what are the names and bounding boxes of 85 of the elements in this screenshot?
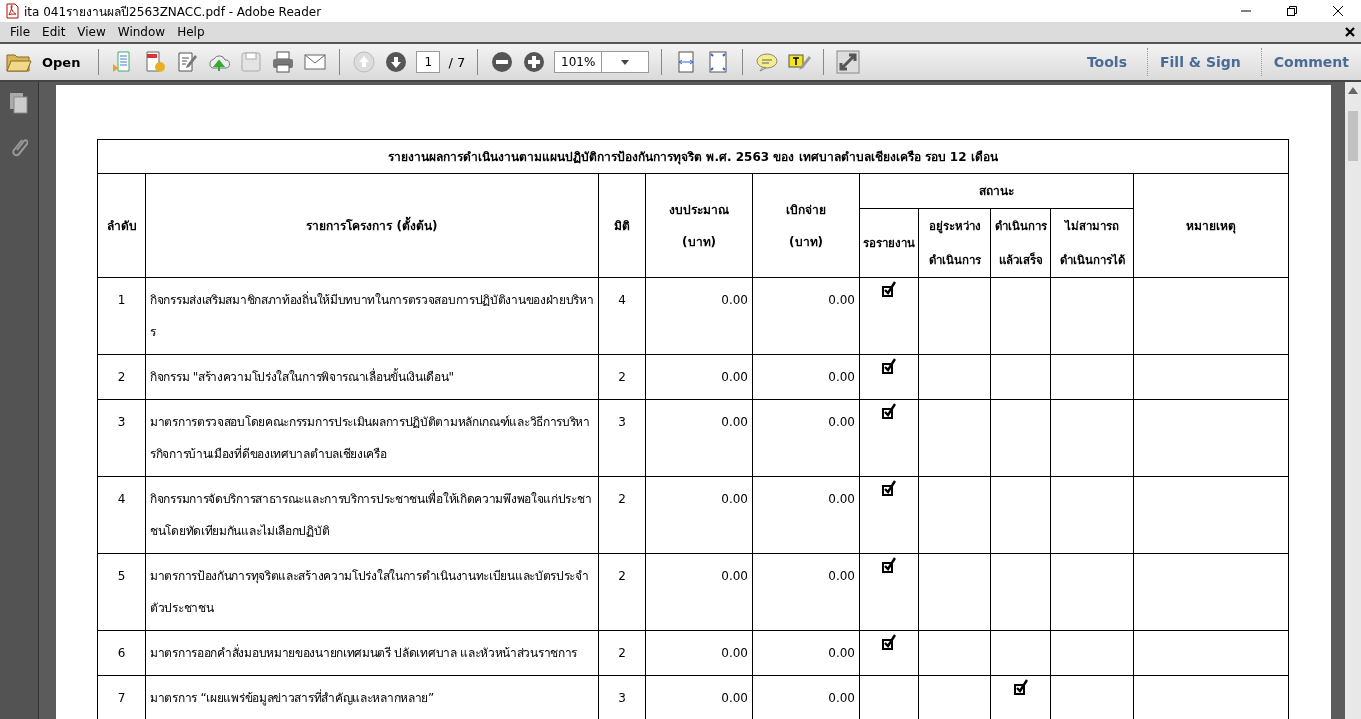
budget-amount: 0.00	[721, 691, 748, 705]
dimension-value: 3	[618, 415, 626, 429]
spent-amount: 0.00	[828, 691, 855, 705]
open-button[interactable]: Open	[6, 51, 87, 73]
row-number: 3	[117, 415, 126, 429]
budget-amount: 0.00	[721, 415, 748, 429]
spent-amount: 0.00	[828, 646, 855, 660]
panel-tab[interactable]: Comment	[1260, 48, 1361, 76]
dimension-value: 3	[618, 691, 626, 705]
checkbox-checked-icon	[1013, 679, 1028, 695]
zoom-in-icon[interactable]	[522, 50, 547, 74]
arrow-down-icon[interactable]	[384, 50, 409, 74]
pages-icon[interactable]	[9, 92, 29, 114]
menu-item[interactable]: Window	[111, 25, 172, 39]
budget-amount: 0.00	[721, 569, 748, 583]
menu-item[interactable]: View	[71, 25, 112, 39]
expand-icon[interactable]	[836, 50, 861, 74]
spent-amount: 0.00	[828, 415, 855, 429]
spent-amount: 0.00	[828, 293, 855, 307]
checkbox-checked-icon	[882, 634, 896, 650]
column-header: ลำดับ	[106, 218, 137, 233]
zoom-out-icon[interactable]	[490, 50, 515, 74]
column-header: เบิกจ่าย (บาท)	[786, 202, 826, 249]
spent-amount: 0.00	[828, 492, 855, 506]
project-name: กิจกรรมการจัดบริการสาธารณะและการบริการประชาชนเพื่อให้เกิดความพึงพอใจแก่ประชาชนโดยทัดเทียมกันและไม่เลือกปฏิบัติ	[150, 492, 592, 538]
column-header: งบประมาณ (บาท)	[669, 202, 729, 249]
panel-tab[interactable]: Tools	[1074, 48, 1139, 76]
menu-item[interactable]: Help	[171, 25, 211, 39]
project-name: มาตรการออกคำสั่งมอบหมายของนายกเทศมนตรี ปลัดเทศบาล และหัวหน้าส่วนราชการ	[150, 646, 578, 660]
speech-bubble-icon[interactable]	[755, 50, 780, 74]
checkbox-checked-icon	[882, 557, 896, 573]
column-header: สถานะ	[979, 184, 1014, 198]
column-header: ไม่สามารถ ดำเนินการได้	[1059, 219, 1125, 267]
project-name: มาตรการตรวจสอบโดยคณะกรรมการประเมินผลการปฏิบัติตามหลักเกณฑ์และวิธีการบริหารกิจการบ้านเมืองที่ดีของเทศบาลตำบลเชียงเครือ	[150, 415, 590, 461]
column-header: รายการโครงการ (ตั้งต้น)	[306, 218, 438, 233]
column-header: หมายเหตุ	[1186, 218, 1236, 233]
document-gear-icon[interactable]	[143, 50, 168, 74]
row-number: 2	[117, 370, 126, 384]
project-name: มาตรการ “เผยแพร่ข้อมูลข่าวสารที่สำคัญและหลากหลาย”	[150, 691, 434, 705]
budget-amount: 0.00	[721, 646, 748, 660]
window-title: ita 041รายงานผลปี2563ZNACC.pdf - Adobe Reader	[24, 3, 322, 21]
budget-amount: 0.00	[721, 370, 748, 384]
column-header: ดำเนินการ แล้วเสร็จ	[994, 219, 1047, 267]
dimension-value: 2	[618, 646, 626, 660]
dimension-value: 2	[618, 370, 626, 384]
checkbox-checked-icon	[882, 480, 896, 496]
caret-icon[interactable]	[621, 59, 630, 65]
scroll-up-icon[interactable]	[1348, 86, 1358, 94]
spent-amount: 0.00	[828, 370, 855, 384]
project-name: กิจกรรม "สร้างความโปร่งใสในการพิจารณาเลื่อนขั้นเงินเดือน"	[150, 370, 454, 384]
table-title: รายงานผลการดำเนินงานตามแผนปฏิบัติการป้องกันการทุจริต พ.ศ. 2563 ของ เทศบาลตำบลเชียงเครือ รอบ 12 เดือน	[388, 149, 998, 164]
row-number: 5	[117, 569, 126, 583]
project-name: มาตรการป้องกันการทุจริตและสร้างความโปร่งใสในการดำเนินงานทะเบียนและบัตรประจำตัวประชาชน	[150, 569, 589, 615]
panel-tab[interactable]: Fill & Sign	[1146, 48, 1253, 76]
column-header: อยู่ระหว่าง ดำเนินการ	[928, 219, 981, 267]
column-header: รอรายงาน	[863, 236, 915, 250]
close-icon[interactable]	[1345, 27, 1355, 37]
dimension-value: 2	[618, 492, 626, 506]
row-number: 6	[117, 646, 126, 660]
scrollbar-thumb[interactable]	[1348, 111, 1358, 161]
checkbox-checked-icon	[882, 281, 896, 297]
spent-amount: 0.00	[828, 569, 855, 583]
row-number: 7	[117, 691, 126, 705]
zoom-field[interactable]: 101%	[554, 51, 650, 73]
printer-icon[interactable]	[271, 50, 296, 74]
pdf-file-icon	[4, 3, 20, 19]
menu-item[interactable]: File	[4, 25, 37, 39]
checkbox-checked-icon	[882, 358, 896, 374]
row-number: 4	[117, 492, 126, 506]
budget-amount: 0.00	[721, 293, 748, 307]
menu-item[interactable]: Edit	[36, 25, 72, 39]
row-number: 1	[117, 293, 126, 307]
dimension-value: 4	[618, 293, 626, 307]
column-header: มิติ	[614, 218, 630, 233]
edit-document-icon[interactable]	[175, 50, 200, 74]
dimension-value: 2	[618, 569, 626, 583]
paperclip-icon[interactable]	[10, 136, 28, 158]
budget-amount: 0.00	[721, 492, 748, 506]
close-icon[interactable]	[1332, 5, 1344, 17]
checkbox-checked-icon	[882, 403, 896, 419]
restore-icon[interactable]	[1286, 5, 1298, 17]
page-number-field[interactable]: 1	[416, 51, 441, 73]
project-name: กิจกรรมส่งเสริมสมาชิกสภาท้องถิ่นให้มีบทบาทในการตรวจสอบการปฏิบัติงานของฝ่ายบริหาร	[150, 293, 594, 339]
folder-icon	[6, 51, 32, 73]
page-count: / 7	[448, 54, 466, 70]
